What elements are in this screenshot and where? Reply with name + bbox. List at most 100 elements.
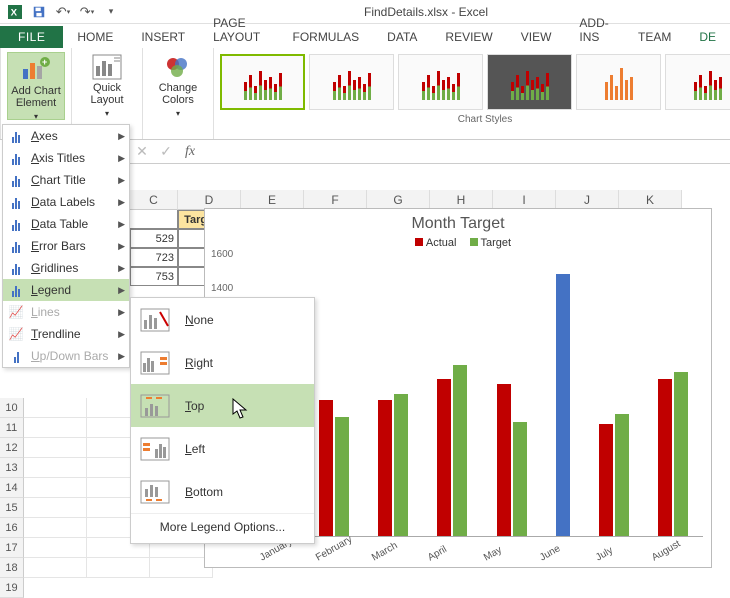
col-D[interactable]: D	[178, 190, 241, 210]
legend-label-actual: Actual	[426, 237, 457, 249]
change-colors-label: Change Colors	[149, 82, 207, 106]
add-chart-element-button[interactable]: + Add Chart Element ▾	[7, 52, 65, 120]
chart-title-icon	[7, 171, 25, 189]
row-18[interactable]: 18	[0, 558, 24, 578]
quick-access-toolbar: X ↶▾ ↷▾ ▾	[0, 1, 122, 23]
legend-right[interactable]: Right	[131, 341, 314, 384]
col-H[interactable]: H	[430, 190, 493, 210]
tab-home[interactable]: HOME	[63, 26, 127, 48]
bar-group-july[interactable]	[599, 414, 629, 537]
legend-none[interactable]: None	[131, 298, 314, 341]
tab-team[interactable]: TEAM	[624, 26, 685, 48]
tab-addins[interactable]: ADD-INS	[565, 12, 624, 48]
tab-review[interactable]: REVIEW	[431, 26, 506, 48]
row-19[interactable]: 19	[0, 578, 24, 598]
legend-swatch-actual	[415, 238, 423, 246]
chart-style-1[interactable]	[220, 54, 305, 110]
quick-layout-icon	[91, 54, 123, 80]
legend-left-icon	[139, 435, 171, 463]
gridlines-icon	[7, 259, 25, 277]
updown-bars-icon	[7, 347, 25, 365]
tab-formulas[interactable]: FORMULAS	[278, 26, 373, 48]
row-17[interactable]: 17	[0, 538, 24, 558]
menu-data-labels[interactable]: Data Labels▶	[3, 191, 129, 213]
bar-group-june[interactable]	[556, 274, 570, 537]
chart-legend[interactable]: Actual Target	[205, 233, 711, 253]
row-16[interactable]: 16	[0, 518, 24, 538]
qat-customize-icon[interactable]: ▾	[100, 1, 122, 23]
tab-view[interactable]: VIEW	[507, 26, 566, 48]
row-headers[interactable]: 10 11 12 13 14 15 16 17 18 19	[0, 398, 24, 598]
menu-axes[interactable]: Axes▶	[3, 125, 129, 147]
menu-error-bars[interactable]: Error Bars▶	[3, 235, 129, 257]
row-12[interactable]: 12	[0, 438, 24, 458]
legend-bottom-icon	[139, 478, 171, 506]
legend-swatch-target	[470, 238, 478, 246]
menu-chart-title[interactable]: Chart Title▶	[3, 169, 129, 191]
legend-top-icon	[139, 392, 171, 420]
save-icon[interactable]	[28, 1, 50, 23]
legend-icon	[7, 281, 25, 299]
menu-gridlines[interactable]: Gridlines▶	[3, 257, 129, 279]
menu-data-table[interactable]: Data Table▶	[3, 213, 129, 235]
undo-icon[interactable]: ↶▾	[52, 1, 74, 23]
axes-icon	[7, 127, 25, 145]
quick-layout-label: Quick Layout	[78, 82, 136, 106]
col-G[interactable]: G	[367, 190, 430, 210]
menu-lines: 📈Lines▶	[3, 301, 129, 323]
excel-icon[interactable]: X	[4, 1, 26, 23]
add-chart-element-menu: Axes▶ Axis Titles▶ Chart Title▶ Data Lab…	[2, 124, 130, 368]
formula-bar: ✕ ✓ fx	[130, 140, 730, 164]
tab-file[interactable]: FILE	[0, 26, 63, 48]
row-10[interactable]: 10	[0, 398, 24, 418]
col-K[interactable]: K	[619, 190, 682, 210]
col-C[interactable]: C	[130, 190, 178, 210]
chart-title[interactable]: Month Target	[205, 209, 711, 233]
cancel-icon[interactable]: ✕	[130, 143, 154, 160]
tab-insert[interactable]: INSERT	[127, 26, 199, 48]
bar-group-march[interactable]	[378, 394, 408, 536]
chart-style-2[interactable]	[309, 54, 394, 110]
menu-axis-titles[interactable]: Axis Titles▶	[3, 147, 129, 169]
chart-style-6[interactable]	[665, 54, 730, 110]
legend-none-icon	[139, 306, 171, 334]
menu-trendline[interactable]: 📈Trendline▶	[3, 323, 129, 345]
chevron-right-icon: ▶	[118, 131, 125, 142]
fx-icon[interactable]: fx	[178, 144, 202, 160]
change-colors-button[interactable]: Change Colors ▾	[149, 52, 207, 120]
legend-left[interactable]: Left	[131, 427, 314, 470]
tab-design[interactable]: DE	[685, 26, 730, 48]
legend-top[interactable]: Top	[131, 384, 314, 427]
chart-style-4[interactable]	[487, 54, 572, 110]
enter-icon[interactable]: ✓	[154, 143, 178, 160]
bar-group-april[interactable]	[437, 365, 467, 537]
legend-bottom[interactable]: Bottom	[131, 470, 314, 513]
add-chart-element-icon: +	[20, 55, 52, 83]
lines-icon: 📈	[7, 303, 25, 321]
quick-layout-button[interactable]: Quick Layout ▾	[78, 52, 136, 120]
error-bars-icon	[7, 237, 25, 255]
bar-group-may[interactable]	[497, 384, 527, 536]
chart-styles-gallery[interactable]	[214, 48, 730, 112]
col-I[interactable]: I	[493, 190, 556, 210]
legend-more-options[interactable]: More Legend Options...	[131, 513, 314, 539]
bar-group-august[interactable]	[658, 372, 688, 537]
dropdown-arrow-icon: ▾	[34, 111, 38, 123]
redo-icon[interactable]: ↷▾	[76, 1, 98, 23]
menu-legend[interactable]: Legend▶	[3, 279, 129, 301]
col-J[interactable]: J	[556, 190, 619, 210]
chart-style-5[interactable]	[576, 54, 661, 110]
col-F[interactable]: F	[304, 190, 367, 210]
column-headers[interactable]: C D E F G H I J K	[130, 190, 730, 210]
row-15[interactable]: 15	[0, 498, 24, 518]
bar-group-february[interactable]	[319, 400, 349, 537]
tab-page-layout[interactable]: PAGE LAYOUT	[199, 12, 278, 48]
row-13[interactable]: 13	[0, 458, 24, 478]
chart-styles-group-label: Chart Styles	[214, 112, 730, 127]
col-E[interactable]: E	[241, 190, 304, 210]
menu-updown-bars: Up/Down Bars▶	[3, 345, 129, 367]
chart-style-3[interactable]	[398, 54, 483, 110]
tab-data[interactable]: DATA	[373, 26, 431, 48]
row-14[interactable]: 14	[0, 478, 24, 498]
row-11[interactable]: 11	[0, 418, 24, 438]
